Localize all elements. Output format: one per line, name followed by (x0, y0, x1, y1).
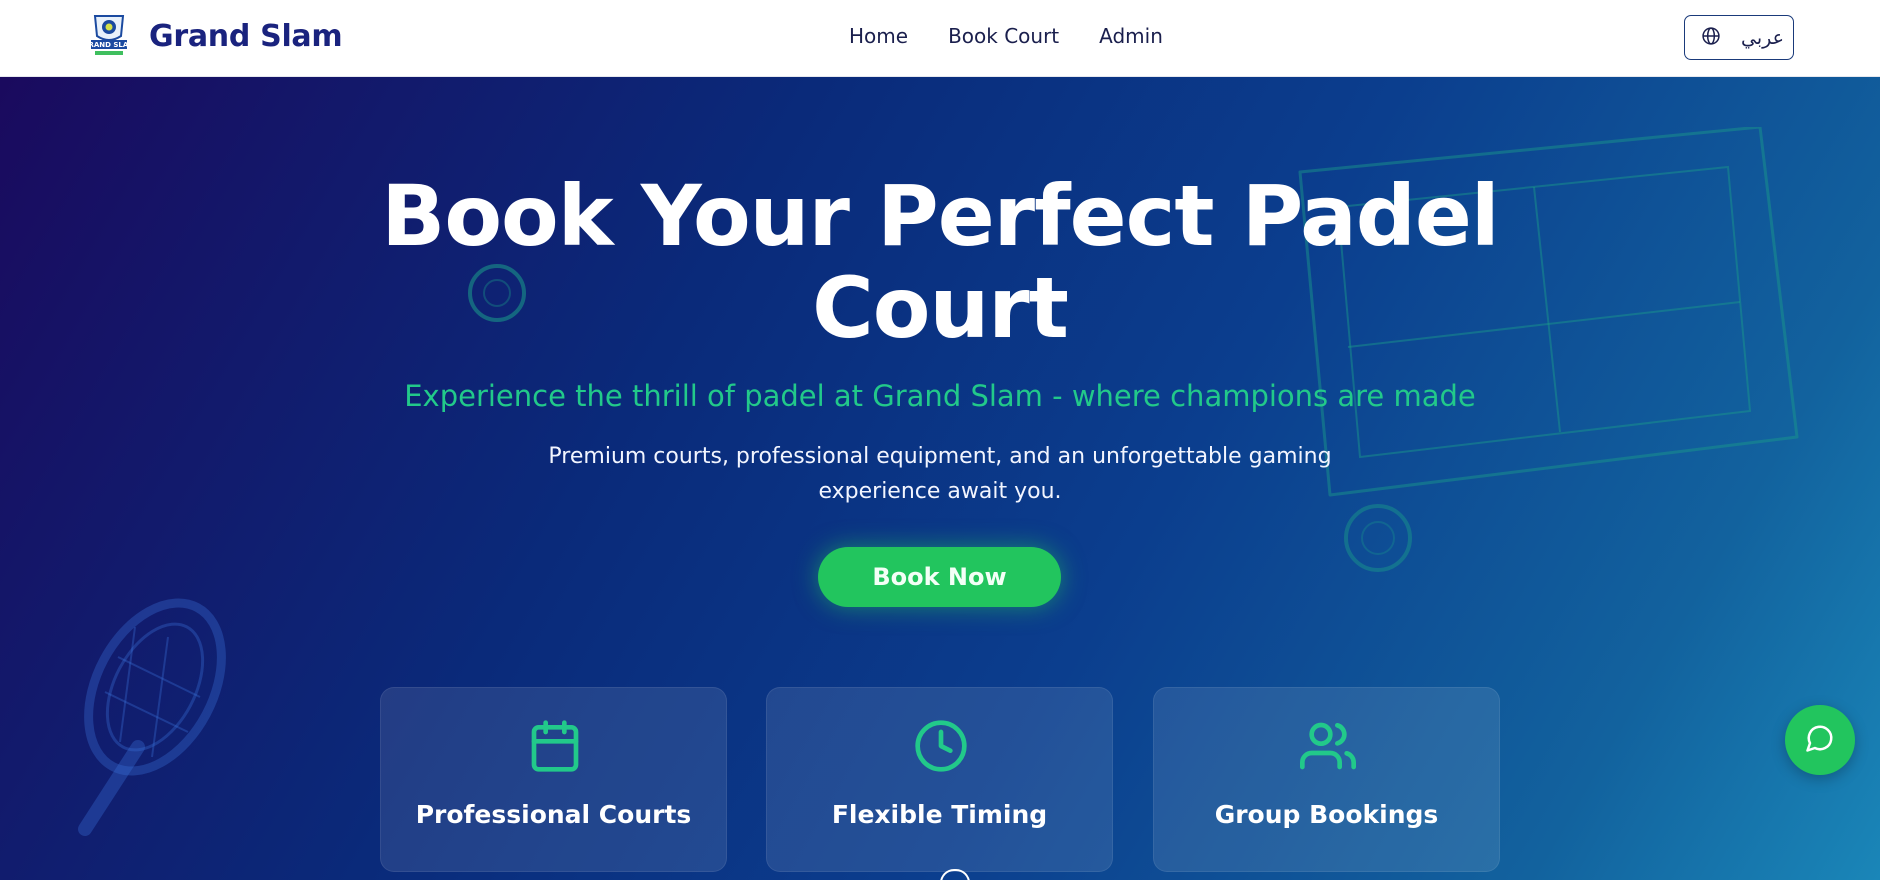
calendar-icon (527, 718, 583, 774)
feature-cards: Professional Courts Flexible Timing Grou… (0, 687, 1880, 880)
language-toggle-label: عربي (1741, 26, 1784, 49)
feature-title: Group Bookings (1214, 800, 1439, 829)
language-toggle-button[interactable]: عربي (1684, 15, 1794, 60)
svg-text:GRAND SLAM: GRAND SLAM (89, 41, 129, 49)
hero-section: Book Your Perfect Padel Court Experience… (0, 77, 1880, 880)
nav-admin[interactable]: Admin (1099, 24, 1163, 48)
hero-description: Premium courts, professional equipment, … (548, 444, 1332, 504)
feature-card-group-bookings: Group Bookings (1153, 687, 1500, 872)
grand-slam-logo-icon: GRAND SLAM (83, 14, 135, 58)
site-header: GRAND SLAM Grand Slam Home Book Court Ad… (0, 0, 1880, 77)
nav-book-court[interactable]: Book Court (948, 24, 1059, 48)
nav-home[interactable]: Home (849, 24, 908, 48)
feature-card-flexible-timing: Flexible Timing (766, 687, 1113, 872)
book-now-button[interactable]: Book Now (818, 547, 1061, 607)
hero-subtitle: Experience the thrill of padel at Grand … (404, 379, 1476, 413)
feature-title: Flexible Timing (831, 800, 1048, 829)
brand[interactable]: GRAND SLAM Grand Slam (83, 14, 343, 58)
brand-name: Grand Slam (149, 18, 343, 54)
main-nav: Home Book Court Admin (849, 24, 1163, 48)
chat-button[interactable] (1785, 705, 1855, 775)
globe-icon (1701, 26, 1721, 49)
hero-title: Book Your Perfect Padel Court (381, 167, 1499, 357)
chat-bubble-icon (1805, 723, 1835, 757)
feature-title: Professional Courts (415, 800, 692, 829)
clock-icon (913, 718, 969, 774)
ball-circle-decoration (1344, 504, 1412, 572)
users-icon (1300, 718, 1356, 774)
feature-card-professional-courts: Professional Courts (380, 687, 727, 872)
